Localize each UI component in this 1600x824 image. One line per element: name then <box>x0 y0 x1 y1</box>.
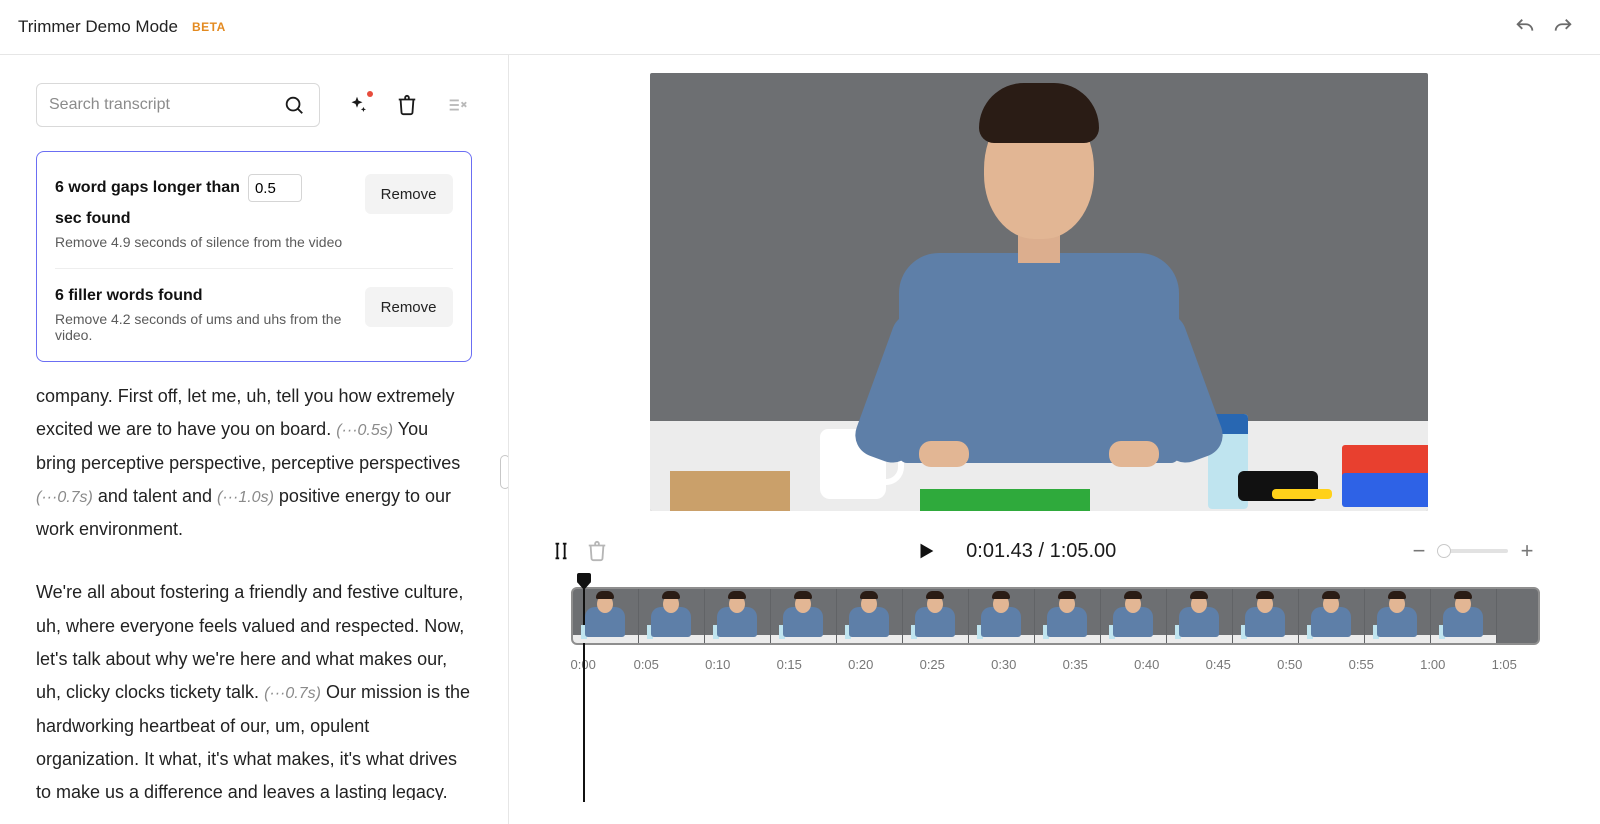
timeline[interactable]: 0:00 0:05 0:10 0:15 0:20 0:25 0:30 0:35 … <box>539 587 1541 672</box>
filmstrip[interactable] <box>571 587 1541 645</box>
play-icon <box>915 540 937 562</box>
search-input[interactable] <box>49 96 281 114</box>
topbar: Trimmer Demo Mode BETA <box>0 0 1600 55</box>
delete-button[interactable] <box>394 94 420 116</box>
smart-edit-panel: 6 word gaps longer than sec found Remove… <box>36 151 472 362</box>
search-icon[interactable] <box>281 94 307 116</box>
app-title: Trimmer Demo Mode <box>18 17 178 37</box>
split-clip-button[interactable] <box>543 533 579 569</box>
frame-thumb[interactable] <box>1167 589 1233 643</box>
tick: 0:40 <box>1111 657 1183 672</box>
tick: 0:25 <box>897 657 969 672</box>
tick: 1:00 <box>1397 657 1469 672</box>
transport-bar: 0:01.43 / 1:05.00 − + <box>539 533 1541 569</box>
redo-button[interactable] <box>1544 8 1582 46</box>
frame-thumb[interactable] <box>969 589 1035 643</box>
video-preview[interactable] <box>650 73 1428 511</box>
frame-thumb[interactable] <box>1431 589 1497 643</box>
notification-dot <box>367 91 373 97</box>
time-display: 0:01.43 / 1:05.00 <box>966 540 1116 563</box>
scroll-thumb[interactable] <box>500 455 509 489</box>
zoom-out-button[interactable]: − <box>1410 538 1428 564</box>
gaps-subtitle: Remove 4.9 seconds of silence from the v… <box>55 234 353 250</box>
frame-thumb[interactable] <box>1233 589 1299 643</box>
undo-button[interactable] <box>1506 8 1544 46</box>
gap-marker: (···0.7s) <box>36 489 93 506</box>
zoom-slider[interactable] <box>1438 549 1508 553</box>
tick: 0:00 <box>571 657 611 672</box>
beta-badge: BETA <box>192 20 226 34</box>
gap-marker: (···0.7s) <box>264 685 321 702</box>
search-box[interactable] <box>36 83 320 127</box>
player-pane: 0:01.43 / 1:05.00 − + <box>509 55 1600 824</box>
zoom-in-button[interactable]: + <box>1518 538 1536 564</box>
zoom-control: − + <box>1410 538 1536 564</box>
frame-thumb[interactable] <box>1101 589 1167 643</box>
tick: 0:50 <box>1254 657 1326 672</box>
tick: 0:15 <box>754 657 826 672</box>
gaps-title-prefix: 6 word gaps longer than <box>55 179 240 197</box>
list-x-icon <box>446 94 468 116</box>
frame-thumb[interactable] <box>1365 589 1431 643</box>
play-button[interactable] <box>908 533 944 569</box>
zoom-thumb[interactable] <box>1437 544 1451 558</box>
fillers-subtitle: Remove 4.2 seconds of ums and uhs from t… <box>55 311 353 343</box>
trash-icon <box>586 540 608 562</box>
frame-thumb[interactable] <box>639 589 705 643</box>
tick: 0:35 <box>1040 657 1112 672</box>
time-ruler: 0:00 0:05 0:10 0:15 0:20 0:25 0:30 0:35 … <box>571 657 1541 672</box>
tick: 0:05 <box>611 657 683 672</box>
transcript-tools <box>36 83 472 127</box>
tick: 0:45 <box>1183 657 1255 672</box>
frame-thumb[interactable] <box>771 589 837 643</box>
gap-marker: (···1.0s) <box>217 489 274 506</box>
tick: 0:10 <box>682 657 754 672</box>
delete-clip-button[interactable] <box>579 533 615 569</box>
gaps-title-suffix: sec found <box>55 210 131 228</box>
sparkle-icon <box>346 94 368 116</box>
split-icon <box>550 540 572 562</box>
filler-words-row: 6 filler words found Remove 4.2 seconds … <box>55 268 453 343</box>
tick: 1:05 <box>1469 657 1541 672</box>
clear-transcript-button[interactable] <box>444 94 470 116</box>
frame-thumb[interactable] <box>903 589 969 643</box>
smart-edit-button[interactable] <box>344 94 370 116</box>
tick: 0:55 <box>1326 657 1398 672</box>
frame-thumb[interactable] <box>1299 589 1365 643</box>
fillers-title: 6 filler words found <box>55 287 203 305</box>
word-gaps-row: 6 word gaps longer than sec found Remove… <box>55 174 453 250</box>
remove-gaps-button[interactable]: Remove <box>365 174 453 214</box>
undo-icon <box>1514 16 1536 38</box>
transcript-text: and talent and <box>98 486 217 506</box>
tick: 0:20 <box>825 657 897 672</box>
frame-thumb[interactable] <box>837 589 903 643</box>
redo-icon <box>1552 16 1574 38</box>
frame-thumb[interactable] <box>573 589 639 643</box>
remove-fillers-button[interactable]: Remove <box>365 287 453 327</box>
transcript-pane: 6 word gaps longer than sec found Remove… <box>0 55 509 824</box>
trash-icon <box>396 94 418 116</box>
tick: 0:30 <box>968 657 1040 672</box>
gap-marker: (···0.5s) <box>336 422 393 439</box>
frame-thumb[interactable] <box>1035 589 1101 643</box>
transcript-body[interactable]: company. First off, let me, uh, tell you… <box>36 380 472 800</box>
gap-seconds-input[interactable] <box>248 174 302 202</box>
frame-thumb[interactable] <box>705 589 771 643</box>
